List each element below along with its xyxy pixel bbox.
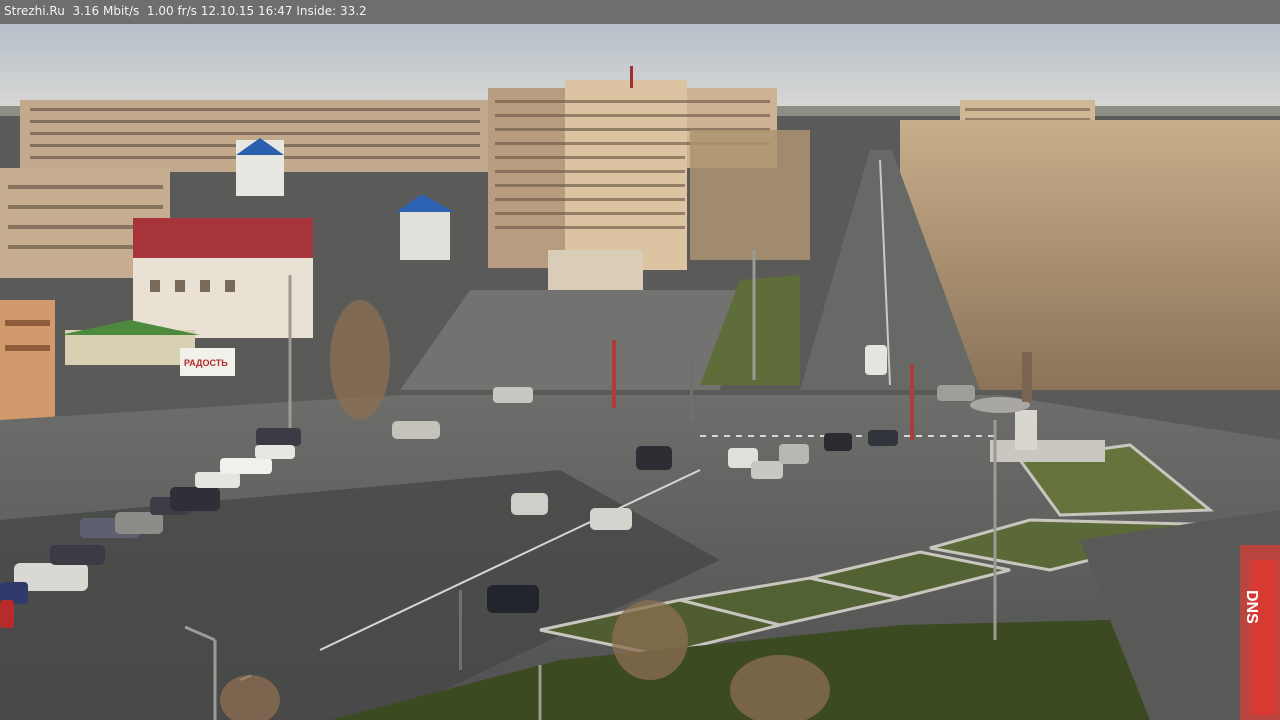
low-building (548, 250, 643, 292)
birch-trees-left (690, 130, 810, 260)
blue-roof-building (396, 194, 454, 260)
dns-sign-text: DNS (1243, 590, 1260, 624)
left-orange-building (0, 300, 55, 420)
plaza (400, 290, 740, 390)
kiosk-sign: РАДОСТЬ (184, 358, 228, 368)
dns-store-sign (1240, 545, 1280, 720)
webcam-scene: РАДОСТЬ DNS (0, 24, 1280, 720)
camera-osd-overlay: Strezhi.Ru 3.16 Mbit/s 1.00 fr/s 12.10.1… (0, 0, 1280, 24)
